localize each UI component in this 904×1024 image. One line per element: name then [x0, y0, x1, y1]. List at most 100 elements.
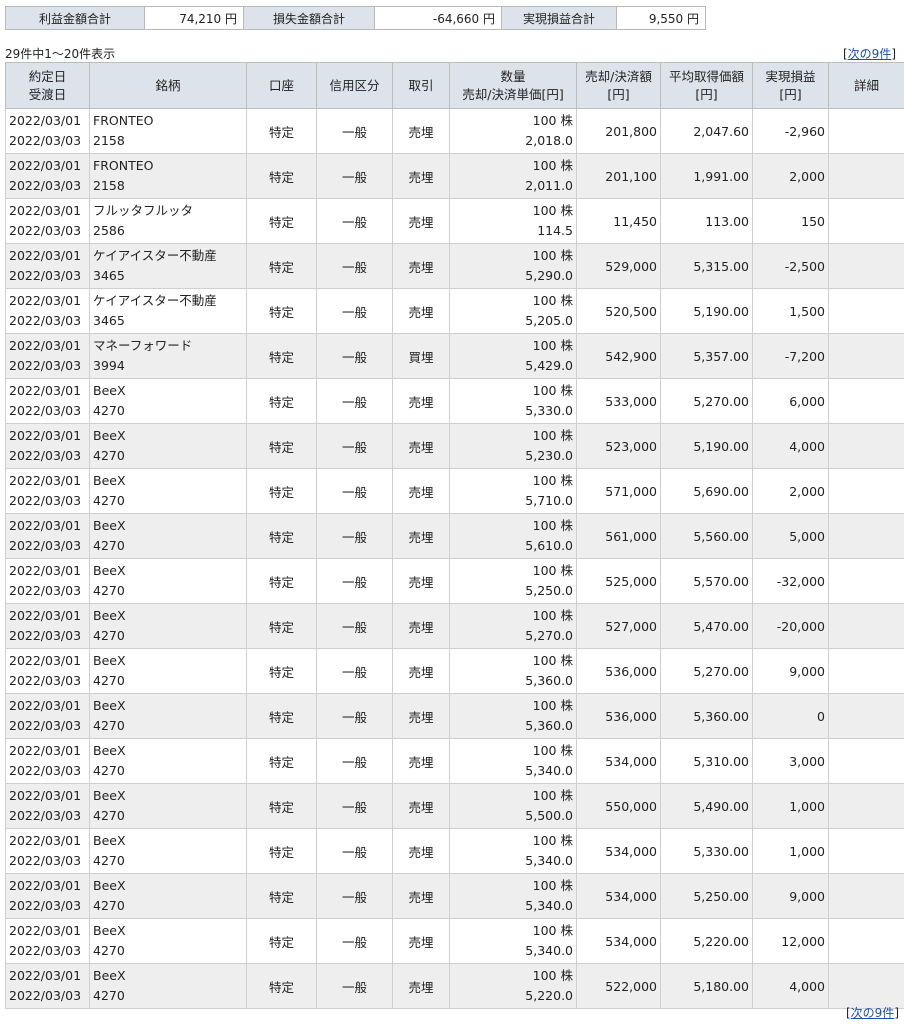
security-code: 4270 [93, 538, 125, 553]
settle-date: 2022/03/03 [9, 268, 82, 283]
detail-cell [828, 783, 904, 829]
quantity: 100 株 [532, 338, 573, 353]
security-cell: BeeX 4270 [89, 873, 247, 919]
avg-cost: 5,357.00 [660, 333, 753, 379]
trade-type: 売埋 [392, 693, 450, 739]
account-type: 特定 [246, 288, 317, 334]
col-header-date: 約定日 受渡日 [5, 62, 90, 109]
table-row: 2022/03/01 2022/03/03 FRONTEO 2158 特定 一般 売埋 100… [5, 153, 904, 199]
date-cell: 2022/03/01 2022/03/03 [5, 513, 90, 559]
realized-pl: 3,000 [752, 738, 829, 784]
account-type: 特定 [246, 648, 317, 694]
date-cell: 2022/03/01 2022/03/03 [5, 378, 90, 424]
detail-cell [828, 693, 904, 739]
table-row: 2022/03/01 2022/03/03 BeeX 4270 特定 一般 売埋 100 株5… [5, 378, 904, 424]
next-page-link-top[interactable]: 次の9件 [848, 47, 892, 61]
sale-amount: 550,000 [576, 783, 661, 829]
detail-cell [828, 918, 904, 964]
unit-price: 5,290.0 [525, 268, 573, 283]
account-type: 特定 [246, 468, 317, 514]
quantity: 100 株 [532, 248, 573, 263]
account-type: 特定 [246, 333, 317, 379]
unit-price: 5,429.0 [525, 358, 573, 373]
table-row: 2022/03/01 2022/03/03 BeeX 4270 特定 一般 売埋 100 株5… [5, 783, 904, 829]
quantity: 100 株 [532, 608, 573, 623]
security-code: 4270 [93, 898, 125, 913]
avg-cost: 5,180.00 [660, 963, 753, 1009]
unit-price: 5,220.0 [525, 988, 573, 1003]
qty-cell: 100 株 5,290.0 [449, 243, 577, 289]
avg-cost: 5,190.00 [660, 288, 753, 334]
quantity: 100 株 [532, 293, 573, 308]
security-name: BeeX [93, 608, 126, 623]
trade-date: 2022/03/01 [9, 878, 82, 893]
table-row: 2022/03/01 2022/03/03 BeeX 4270 特定 一般 売埋 100 株5… [5, 558, 904, 604]
account-type: 特定 [246, 243, 317, 289]
avg-cost: 5,270.00 [660, 648, 753, 694]
credit-type: 一般 [316, 423, 393, 469]
security-code: 3465 [93, 268, 125, 283]
qty-cell: 100 株 5,340.0 [449, 738, 577, 784]
pager-bottom: [次の9件] [846, 1004, 899, 1021]
trade-type: 売埋 [392, 513, 450, 559]
realized-pl: 9,000 [752, 648, 829, 694]
detail-cell [828, 963, 904, 1009]
security-code: 4270 [93, 943, 125, 958]
avg-cost: 5,250.00 [660, 873, 753, 919]
trade-date: 2022/03/01 [9, 788, 82, 803]
credit-type: 一般 [316, 738, 393, 784]
quantity: 100 株 [532, 158, 573, 173]
account-type: 特定 [246, 918, 317, 964]
qty-cell: 100 株 5,340.0 [449, 828, 577, 874]
account-type: 特定 [246, 108, 317, 154]
unit-price: 5,360.0 [525, 673, 573, 688]
security-name: BeeX [93, 518, 126, 533]
trade-type: 売埋 [392, 198, 450, 244]
qty-cell: 100 株 114.5 [449, 198, 577, 244]
profit-total-label: 利益金額合計 [5, 6, 145, 30]
detail-cell [828, 153, 904, 199]
date-cell: 2022/03/01 2022/03/03 [5, 198, 90, 244]
credit-type: 一般 [316, 153, 393, 199]
sale-amount: 11,450 [576, 198, 661, 244]
security-code: 4270 [93, 853, 125, 868]
security-cell: フルッタフルッタ 2586 [89, 198, 247, 244]
sale-amount: 534,000 [576, 828, 661, 874]
security-cell: BeeX 4270 [89, 738, 247, 784]
security-code: 4270 [93, 718, 125, 733]
credit-type: 一般 [316, 333, 393, 379]
credit-type: 一般 [316, 828, 393, 874]
credit-type: 一般 [316, 378, 393, 424]
security-cell: BeeX 4270 [89, 783, 247, 829]
trade-type: 売埋 [392, 288, 450, 334]
next-page-link-bottom[interactable]: 次の9件 [851, 1006, 895, 1020]
result-count: 29件中1～20件表示 [5, 47, 116, 61]
account-type: 特定 [246, 693, 317, 739]
avg-cost: 5,220.00 [660, 918, 753, 964]
security-name: BeeX [93, 653, 126, 668]
date-cell: 2022/03/01 2022/03/03 [5, 333, 90, 379]
unit-price: 5,500.0 [525, 808, 573, 823]
security-code: 4270 [93, 763, 125, 778]
security-name: BeeX [93, 383, 126, 398]
table-row: 2022/03/01 2022/03/03 BeeX 4270 特定 一般 売埋 100 株5… [5, 918, 904, 964]
trade-type: 売埋 [392, 558, 450, 604]
quantity: 100 株 [532, 383, 573, 398]
table-header-row: 約定日 受渡日 銘柄 口座 信用区分 取引 数量 売却/決済単価[円] 売却/決済額… [5, 62, 904, 109]
detail-cell [828, 198, 904, 244]
qty-cell: 100 株 5,250.0 [449, 558, 577, 604]
security-name: BeeX [93, 968, 126, 983]
credit-type: 一般 [316, 243, 393, 289]
avg-cost: 5,330.00 [660, 828, 753, 874]
realized-pl: 2,000 [752, 153, 829, 199]
detail-cell [828, 828, 904, 874]
security-cell: マネーフォワード 3994 [89, 333, 247, 379]
security-cell: ケイアイスター不動産 3465 [89, 243, 247, 289]
account-type: 特定 [246, 423, 317, 469]
credit-type: 一般 [316, 648, 393, 694]
quantity: 100 株 [532, 563, 573, 578]
avg-cost: 5,190.00 [660, 423, 753, 469]
date-cell: 2022/03/01 2022/03/03 [5, 783, 90, 829]
summary-bar: 利益金額合計 74,210 円 損失金額合計 -64,660 円 実現損益合計 … [5, 6, 706, 30]
realized-pl: -32,000 [752, 558, 829, 604]
